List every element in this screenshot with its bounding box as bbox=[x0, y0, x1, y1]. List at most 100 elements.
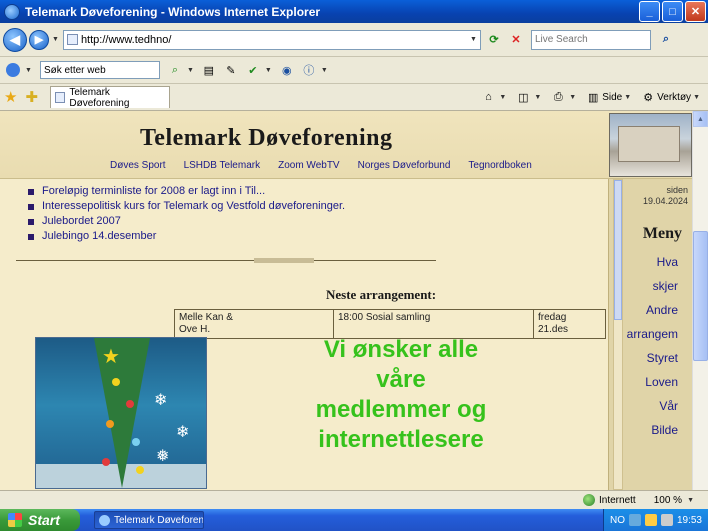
ornament bbox=[126, 400, 134, 408]
refresh-icon[interactable]: ⟳ bbox=[485, 31, 503, 49]
feeds-button[interactable]: ◫ ▼ bbox=[516, 90, 541, 104]
history-dropdown-icon[interactable]: ▼ bbox=[52, 36, 59, 43]
tray-network-icon[interactable] bbox=[628, 514, 641, 526]
windows-flag-icon bbox=[8, 513, 22, 527]
internet-zone-icon bbox=[583, 494, 595, 506]
sidebar-item-skjer[interactable]: skjer bbox=[613, 279, 688, 293]
greeting-line: medlemmer og bbox=[315, 396, 487, 423]
toolbar-page-icon[interactable]: ▤ bbox=[201, 62, 217, 78]
task-label: Telemark Døveforening bbox=[114, 514, 204, 526]
sidebar-item-bilde[interactable]: Bilde bbox=[613, 423, 688, 437]
feeds-dropdown-icon[interactable]: ▼ bbox=[534, 94, 541, 101]
back-button[interactable]: ◀ bbox=[3, 27, 27, 52]
toolbar-search-dropdown-icon[interactable]: ▼ bbox=[187, 67, 194, 74]
greeting-line: Vi ønsker alle bbox=[323, 336, 479, 363]
home-button[interactable]: ⌂ ▼ bbox=[481, 90, 506, 104]
zoom-level[interactable]: 100 % bbox=[654, 495, 682, 506]
forward-button[interactable]: ▶ bbox=[29, 29, 49, 50]
ornament bbox=[132, 438, 140, 446]
print-dropdown-icon[interactable]: ▼ bbox=[569, 94, 576, 101]
toolbar-search-box[interactable] bbox=[39, 61, 160, 79]
add-favorites-icon[interactable]: ✚ bbox=[25, 88, 38, 106]
events-title: Neste arrangement: bbox=[326, 287, 437, 302]
toolbar-edit-icon[interactable]: ✎ bbox=[223, 62, 239, 78]
section-divider bbox=[16, 260, 436, 261]
news-link[interactable]: Julebingo 14.desember bbox=[42, 230, 156, 242]
sidebar-item-loven[interactable]: Loven bbox=[613, 375, 688, 389]
close-button[interactable]: ✕ bbox=[685, 1, 706, 22]
bullet-icon bbox=[28, 204, 34, 210]
favorites-star-icon[interactable]: ★ bbox=[4, 88, 17, 106]
search-icon[interactable]: ⌕ bbox=[657, 31, 675, 49]
language-indicator[interactable]: NO bbox=[610, 515, 625, 526]
zoom-dropdown-icon[interactable]: ▼ bbox=[687, 497, 694, 504]
url-input[interactable] bbox=[80, 33, 470, 46]
greeting-line: våre bbox=[376, 366, 426, 393]
page-menu-label: Side bbox=[602, 91, 623, 103]
snowflake-icon: ❄ bbox=[154, 392, 168, 409]
url-dropdown-icon[interactable]: ▼ bbox=[470, 36, 477, 43]
sidebar-item-arrangem[interactable]: arrangem bbox=[613, 327, 688, 341]
stop-icon[interactable]: ✕ bbox=[507, 31, 525, 49]
page-menu-dropdown-icon: ▼ bbox=[624, 93, 632, 101]
sidebar-scroll-thumb[interactable] bbox=[614, 180, 622, 320]
security-zone: Internett 100 % ▼ bbox=[583, 494, 702, 506]
news-link[interactable]: Foreløpig terminliste for 2008 er lagt i… bbox=[42, 185, 265, 197]
browser-tab[interactable]: Telemark Døveforening bbox=[50, 86, 171, 109]
tray-security-icon[interactable] bbox=[644, 514, 657, 526]
toolbar-more-dropdown-icon[interactable]: ▼ bbox=[321, 67, 328, 74]
sidebar-date-label: siden bbox=[666, 185, 688, 195]
scroll-up-icon[interactable]: ▲ bbox=[693, 111, 708, 127]
event-time: 18:00 bbox=[338, 312, 364, 323]
live-search-box[interactable] bbox=[530, 29, 651, 50]
window-title: Telemark Døveforening - Windows Internet… bbox=[25, 4, 321, 19]
live-search-input[interactable] bbox=[534, 34, 647, 45]
tools-icon: ⚙ bbox=[643, 91, 654, 104]
start-button[interactable]: Start bbox=[0, 509, 80, 531]
minimize-button[interactable]: _ bbox=[639, 1, 660, 22]
greeting-line: internettlesere bbox=[318, 426, 484, 453]
news-link[interactable]: Interessepolitisk kurs for Telemark og V… bbox=[42, 200, 345, 212]
ornament bbox=[106, 420, 114, 428]
page-menu-icon: ▥ bbox=[588, 91, 599, 104]
nav-link-tegnordboken[interactable]: Tegnordboken bbox=[468, 160, 531, 171]
ornament bbox=[136, 466, 144, 474]
sidebar-item-hva[interactable]: Hva bbox=[613, 255, 688, 269]
maximize-button[interactable]: □ bbox=[662, 1, 683, 22]
taskbar-window-button[interactable]: Telemark Døveforening bbox=[94, 511, 204, 529]
print-button[interactable]: ⎙ ▼ bbox=[551, 90, 576, 104]
nav-link-zoom-webtv[interactable]: Zoom WebTV bbox=[278, 160, 340, 171]
address-toolbar: ◀ ▶ ▼ ▼ ⟳ ✕ ⌕ bbox=[0, 23, 708, 57]
home-dropdown-icon[interactable]: ▼ bbox=[499, 94, 506, 101]
page-scrollbar[interactable]: ▲ bbox=[692, 111, 708, 490]
site-title: Telemark Døveforening bbox=[140, 125, 393, 151]
toolbar-check-dropdown-icon[interactable]: ▼ bbox=[265, 67, 272, 74]
nav-link-lshdb-telemark[interactable]: LSHDB Telemark bbox=[184, 160, 261, 171]
toolbar-dropdown-icon[interactable]: ▼ bbox=[25, 67, 32, 74]
nav-link-norges-doveforbund[interactable]: Norges Døveforbund bbox=[358, 160, 451, 171]
sidebar-item-styret[interactable]: Styret bbox=[613, 351, 688, 365]
toolbar-search-input[interactable] bbox=[43, 64, 156, 76]
news-item: Julebingo 14.desember bbox=[28, 230, 588, 242]
windows-taskbar: Start Telemark Døveforening NO 19:53 bbox=[0, 509, 708, 531]
tray-volume-icon[interactable] bbox=[660, 514, 673, 526]
ie-task-icon bbox=[99, 514, 110, 526]
page-menu[interactable]: ▥ Side ▼ bbox=[586, 90, 631, 104]
sidebar-item-var[interactable]: Vår bbox=[613, 399, 688, 413]
nav-link-doves-sport[interactable]: Døves Sport bbox=[110, 160, 166, 171]
divider-ornament bbox=[254, 258, 314, 263]
address-field[interactable]: ▼ bbox=[62, 29, 481, 50]
toolbar-info-icon[interactable]: ⓘ bbox=[301, 62, 317, 78]
sidebar-item-andre[interactable]: Andre bbox=[613, 303, 688, 317]
page-scroll-thumb[interactable] bbox=[693, 231, 708, 361]
sidebar-scrollbar[interactable] bbox=[613, 179, 623, 490]
christmas-greeting: Vi ønsker alle våre medlemmer og interne… bbox=[241, 335, 561, 455]
sidebar-date-value: 19.04.2024 bbox=[642, 196, 688, 206]
toolbar-check-icon[interactable]: ✔ bbox=[245, 62, 261, 78]
toolbar-search-go-icon[interactable]: ⌕ bbox=[167, 62, 183, 78]
house-photo bbox=[609, 113, 692, 177]
toolbar-globe-icon[interactable]: ◉ bbox=[279, 62, 295, 78]
news-link[interactable]: Julebordet 2007 bbox=[42, 215, 121, 227]
tools-menu[interactable]: ⚙ Verktøy ▼ bbox=[641, 90, 700, 104]
zone-label: Internett bbox=[599, 494, 636, 506]
